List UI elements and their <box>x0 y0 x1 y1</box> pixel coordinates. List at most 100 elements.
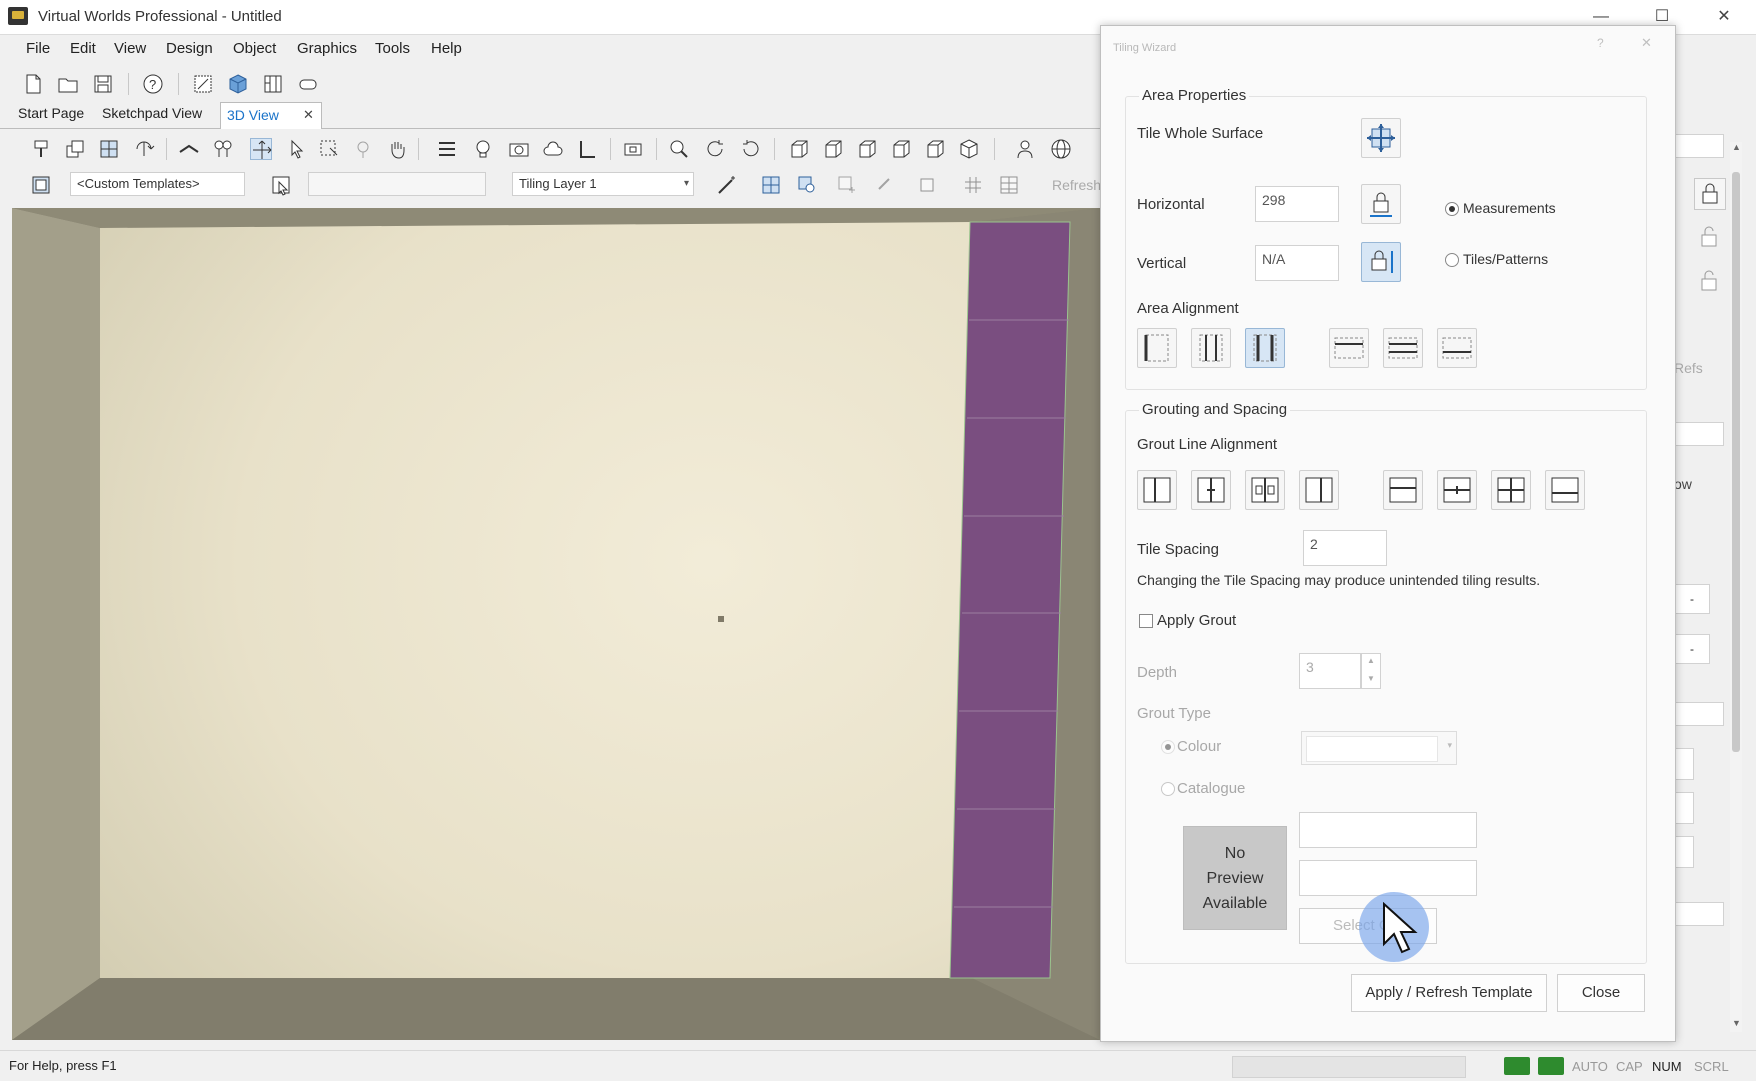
close-tab-icon[interactable]: ✕ <box>303 107 314 123</box>
3d-viewport[interactable] <box>12 208 1100 1040</box>
panel-field-4[interactable] <box>1674 902 1724 926</box>
measurements-radio[interactable] <box>1445 202 1459 216</box>
grout-align-bottom-button[interactable] <box>1545 470 1585 510</box>
panel-field-2[interactable] <box>1674 422 1724 446</box>
tiling-layer-combo[interactable]: Tiling Layer 1 ▾ <box>512 172 694 196</box>
glasses-view-icon[interactable] <box>297 73 319 95</box>
catalogue-radio[interactable] <box>1161 782 1175 796</box>
align-center-h-button[interactable] <box>1191 328 1231 368</box>
custom-templates-combo[interactable]: <Custom Templates> <box>70 172 245 196</box>
undo-view-icon[interactable] <box>740 138 762 160</box>
panel-scrollbar[interactable]: ▲ ▼ <box>1730 142 1742 1032</box>
copy-layers-icon[interactable] <box>64 138 86 160</box>
panel-spinner-3[interactable] <box>1674 836 1694 868</box>
paint-brush-icon[interactable] <box>30 138 52 160</box>
panel-minus-button[interactable]: - <box>1674 584 1710 614</box>
tile-spacing-field[interactable]: 2 <box>1303 530 1387 566</box>
view-left-icon[interactable] <box>822 138 844 160</box>
camera-icon[interactable] <box>508 138 530 160</box>
grout-align-center-button[interactable] <box>1191 470 1231 510</box>
view-iso-icon[interactable] <box>958 138 980 160</box>
elevation-view-icon[interactable] <box>262 73 284 95</box>
refresh-button[interactable]: Refresh <box>1052 177 1101 193</box>
grout-grid-icon[interactable] <box>962 174 984 196</box>
zoom-icon[interactable] <box>668 138 690 160</box>
grout-align-middle-button[interactable] <box>1437 470 1477 510</box>
view-back-icon[interactable] <box>924 138 946 160</box>
scroll-up-icon[interactable]: ▲ <box>1732 142 1741 152</box>
align-top-button[interactable] <box>1329 328 1369 368</box>
apply-grout-checkbox[interactable] <box>1139 614 1153 628</box>
frame-object-icon[interactable] <box>622 138 644 160</box>
cloud-icon[interactable] <box>542 138 564 160</box>
window-close-button[interactable]: ✕ <box>1702 4 1746 30</box>
person-icon[interactable] <box>1014 138 1036 160</box>
light-bulb-icon[interactable] <box>472 138 494 160</box>
horizontal-lock-button[interactable] <box>1361 184 1401 224</box>
measure-icon[interactable] <box>212 138 234 160</box>
rotate-view-icon[interactable] <box>704 138 726 160</box>
grout-align-top-button[interactable] <box>1383 470 1423 510</box>
view-front-icon[interactable] <box>788 138 810 160</box>
grid-select-icon[interactable] <box>98 138 120 160</box>
panel-field[interactable] <box>1674 134 1724 158</box>
3d-view-cube-icon[interactable] <box>227 73 249 95</box>
save-icon[interactable] <box>92 73 114 95</box>
panel-spinner[interactable] <box>1674 748 1694 780</box>
vertical-field[interactable]: N/A <box>1255 245 1339 281</box>
tab-sketchpad-view[interactable]: Sketchpad View <box>102 105 202 121</box>
menu-edit[interactable]: Edit <box>70 40 96 57</box>
menu-file[interactable]: File <box>26 40 50 57</box>
panel-minus-button-2[interactable]: - <box>1674 634 1710 664</box>
unlock-icon-2[interactable] <box>1694 266 1724 296</box>
marquee-select-icon[interactable] <box>318 138 340 160</box>
template-name-field[interactable] <box>308 172 486 196</box>
tile-edit-icon[interactable] <box>916 174 938 196</box>
align-right-button[interactable] <box>1245 328 1285 368</box>
panel-spinner-2[interactable] <box>1674 792 1694 824</box>
tab-start-page[interactable]: Start Page <box>18 105 84 121</box>
select-pointer-icon[interactable] <box>286 138 308 160</box>
menu-help[interactable]: Help <box>431 40 462 57</box>
open-folder-icon[interactable] <box>57 73 79 95</box>
panel-field-3[interactable] <box>1674 702 1724 726</box>
unlock-icon[interactable] <box>1694 222 1724 252</box>
grout-align-right-button[interactable] <box>1299 470 1339 510</box>
link-tile-icon[interactable] <box>874 174 896 196</box>
grout-name-field[interactable] <box>1299 812 1477 848</box>
scrollbar-thumb[interactable] <box>1732 172 1740 752</box>
dialog-close-button[interactable]: Close <box>1557 974 1645 1012</box>
dialog-close-icon[interactable]: ✕ <box>1641 35 1652 51</box>
menu-design[interactable]: Design <box>166 40 213 57</box>
surface-icon[interactable] <box>178 138 200 160</box>
depth-field[interactable]: 3 <box>1299 653 1361 689</box>
grout-align-cross-button[interactable] <box>1491 470 1531 510</box>
colour-dropdown[interactable]: ▾ <box>1301 731 1457 765</box>
tile-table-icon[interactable] <box>998 174 1020 196</box>
tiles-patterns-radio[interactable] <box>1445 253 1459 267</box>
hand-pan-icon[interactable] <box>386 138 408 160</box>
align-middle-button[interactable] <box>1383 328 1423 368</box>
pick-tool-icon[interactable] <box>352 138 374 160</box>
horizontal-field[interactable]: 298 <box>1255 186 1339 222</box>
vertical-lock-button[interactable] <box>1361 242 1401 282</box>
properties-list-icon[interactable] <box>436 138 458 160</box>
align-left-button[interactable] <box>1137 328 1177 368</box>
menu-tools[interactable]: Tools <box>375 40 410 57</box>
tile-search-icon[interactable] <box>796 174 818 196</box>
lock-icon[interactable] <box>1694 178 1726 210</box>
align-bottom-button[interactable] <box>1437 328 1477 368</box>
grout-align-split-button[interactable] <box>1245 470 1285 510</box>
globe-icon[interactable] <box>1050 138 1072 160</box>
pick-template-icon[interactable] <box>270 174 292 196</box>
new-file-icon[interactable] <box>22 73 44 95</box>
tile-layout-icon[interactable] <box>760 174 782 196</box>
move-tool-icon[interactable] <box>250 138 272 160</box>
tab-3d-view[interactable]: 3D View ✕ <box>220 102 322 129</box>
colour-radio[interactable] <box>1161 740 1175 754</box>
tile-whole-surface-button[interactable] <box>1361 118 1401 158</box>
apply-refresh-template-button[interactable]: Apply / Refresh Template <box>1351 974 1547 1012</box>
add-tile-icon[interactable] <box>836 174 858 196</box>
spin-up-icon[interactable]: ▲ <box>1367 656 1375 665</box>
view-top-icon[interactable] <box>856 138 878 160</box>
